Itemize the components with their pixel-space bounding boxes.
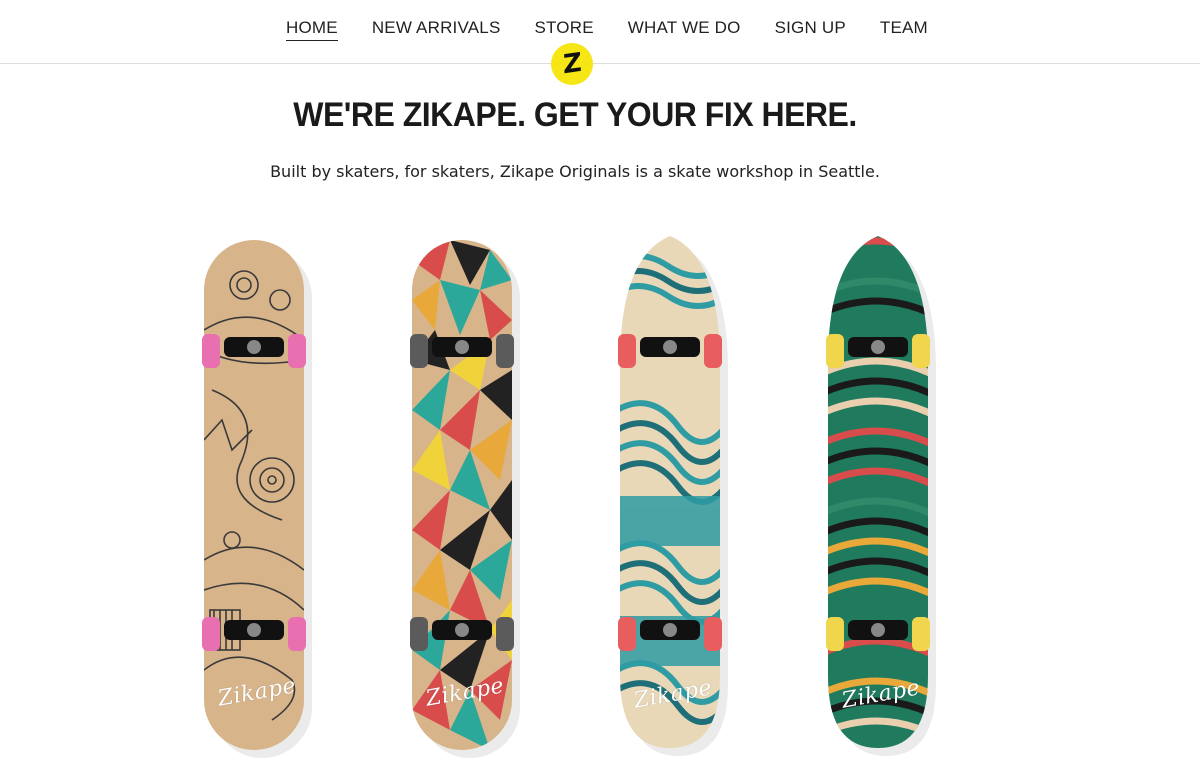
nav-menu: HOME NEW ARRIVALS STORE WHAT WE DO SIGN …: [286, 18, 928, 41]
skateboard-geometric[interactable]: Zikape: [410, 240, 540, 758]
nav-link-store[interactable]: STORE: [534, 18, 593, 40]
nav-link-what-we-do[interactable]: WHAT WE DO: [628, 18, 741, 40]
nav-link-home[interactable]: HOME: [286, 18, 338, 41]
zikape-logo[interactable]: Z: [551, 43, 593, 85]
nav-link-team[interactable]: TEAM: [880, 18, 928, 40]
skateboard-gallery: Zikape Zikape Zikape Zikape: [0, 230, 1200, 760]
nav-link-sign-up[interactable]: SIGN UP: [775, 18, 846, 40]
nav-item-what-we-do: WHAT WE DO: [628, 18, 741, 41]
nav-item-store: STORE: [534, 18, 593, 41]
hero-subline: Built by skaters, for skaters, Zikape Or…: [270, 162, 880, 181]
skateboard-hills[interactable]: Zikape: [826, 236, 956, 756]
skateboard-doodle[interactable]: Zikape: [202, 240, 332, 758]
hero-headline: WE'RE ZIKAPE. GET YOUR FIX HERE.: [293, 94, 857, 134]
nav-item-team: TEAM: [880, 18, 928, 41]
skateboard-waves[interactable]: Zikape: [618, 236, 748, 756]
top-navigation: HOME NEW ARRIVALS STORE WHAT WE DO SIGN …: [0, 0, 1200, 64]
nav-link-new-arrivals[interactable]: NEW ARRIVALS: [372, 18, 501, 40]
logo-letter: Z: [562, 47, 582, 81]
nav-item-sign-up: SIGN UP: [775, 18, 846, 41]
nav-item-home: HOME: [286, 18, 338, 41]
nav-item-new-arrivals: NEW ARRIVALS: [372, 18, 501, 41]
